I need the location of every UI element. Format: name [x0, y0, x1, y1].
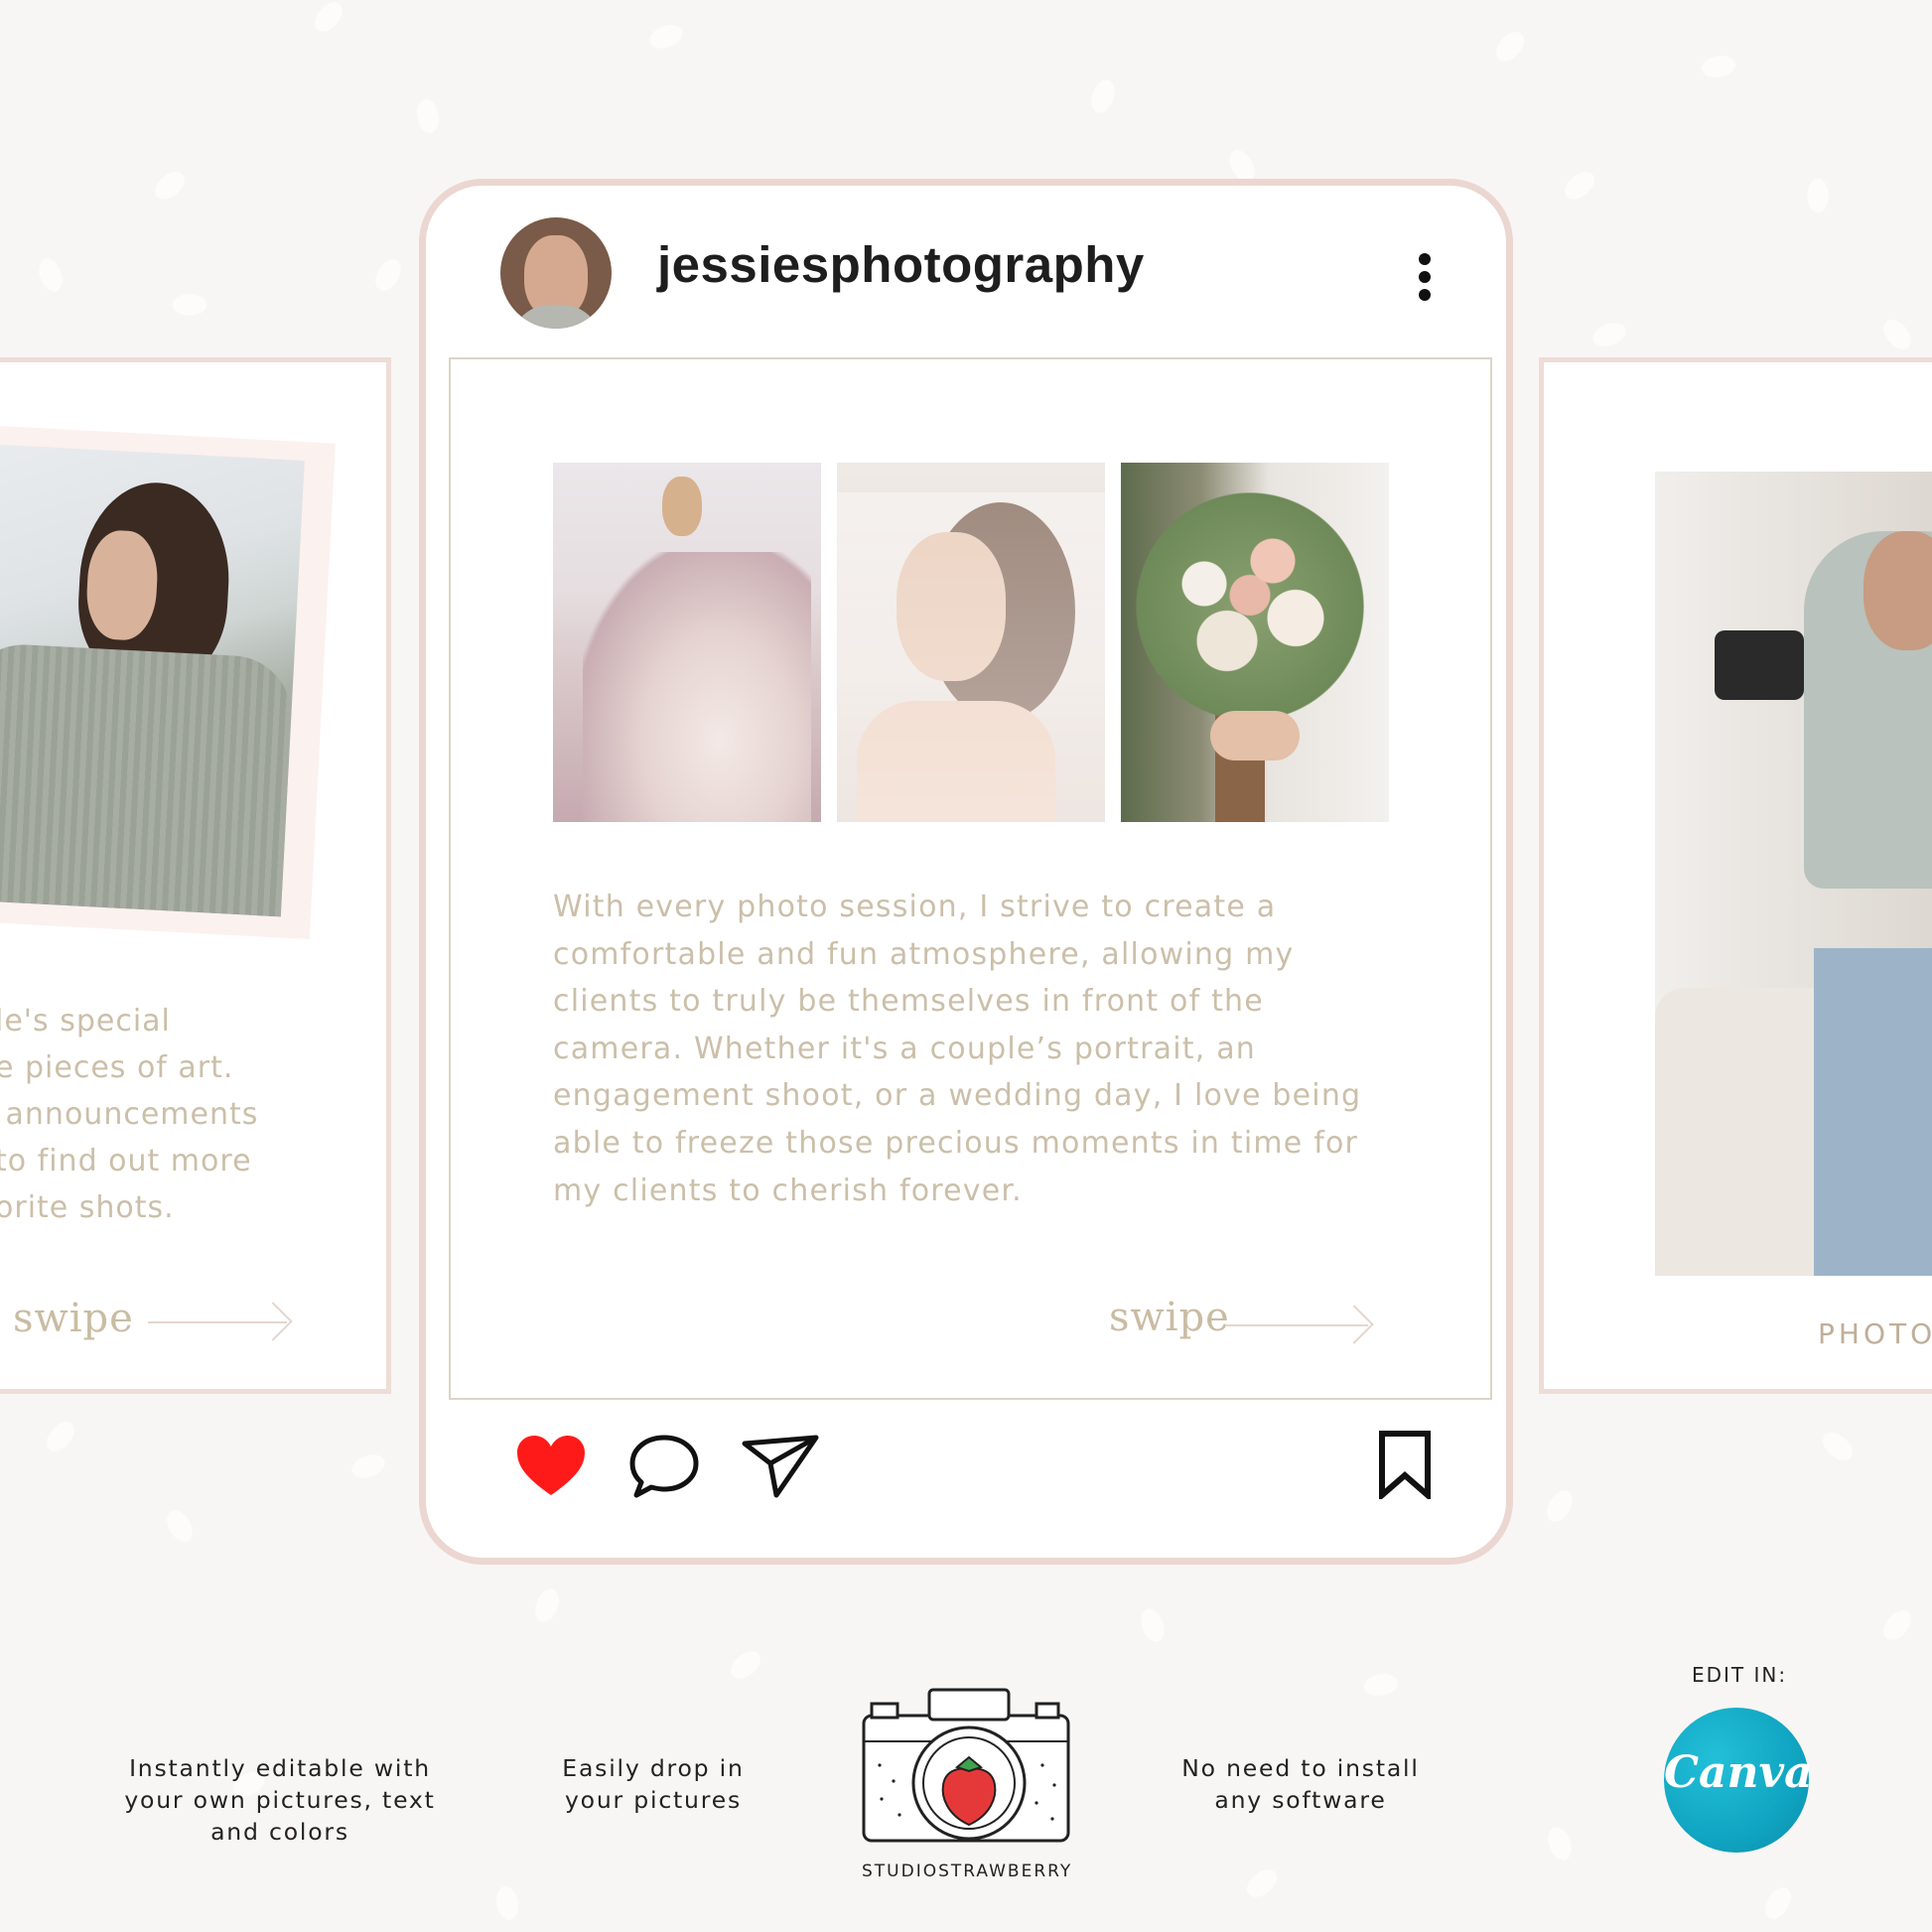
- username[interactable]: jessiesphotography: [657, 235, 1145, 294]
- bride-dress-photo: [553, 463, 821, 822]
- side-text-line: le's special: [0, 1004, 171, 1038]
- heart-icon[interactable]: [515, 1434, 587, 1497]
- instagram-post-card: jessiesphotography With every photo sess…: [419, 179, 1513, 1565]
- previous-slide-card[interactable]: le's special e pieces of art. announceme…: [0, 357, 391, 1394]
- woman-with-camera-photo: [1655, 472, 1932, 1276]
- comment-icon[interactable]: [628, 1434, 700, 1499]
- photo-label: PHOTO: [1818, 1317, 1932, 1350]
- post-caption: With every photo session, I strive to cr…: [553, 890, 1362, 1208]
- camera-strawberry-logo: [862, 1688, 1070, 1843]
- side-text-line: orite shots.: [0, 1190, 175, 1225]
- more-vertical-icon[interactable]: [1419, 253, 1431, 303]
- feature-editable: Instantly editable with your own picture…: [124, 1754, 436, 1846]
- next-slide-card[interactable]: PHOTO: [1539, 357, 1932, 1394]
- post-actions: [426, 1400, 1506, 1549]
- side-text-line: to find out more: [0, 1144, 252, 1178]
- bouquet-photo: [1121, 463, 1389, 822]
- swipe-label: swipe: [13, 1296, 134, 1341]
- feature-drop-in: Easily drop in your pictures: [562, 1754, 745, 1814]
- side-text-line: announcements: [0, 1097, 259, 1132]
- brand-name: STUDIOSTRAWBERRY: [862, 1862, 1073, 1881]
- canva-logo-text: Canva: [1664, 1747, 1813, 1798]
- feature-no-install: No need to install any software: [1181, 1754, 1420, 1814]
- bride-veil-photo: [837, 463, 1105, 822]
- canva-logo[interactable]: Canva: [1664, 1708, 1813, 1853]
- avatar[interactable]: [500, 217, 612, 329]
- edit-in-label: EDIT IN:: [1692, 1663, 1788, 1687]
- arrow-right-icon: [148, 1321, 287, 1323]
- swipe-label: swipe: [1109, 1295, 1230, 1340]
- side-text-line: e pieces of art.: [0, 1050, 234, 1085]
- arrow-right-icon[interactable]: [1225, 1324, 1368, 1326]
- side-text-block: le's special e pieces of art. announceme…: [0, 998, 258, 1231]
- woman-photo-left: [0, 443, 305, 917]
- post-content: With every photo session, I strive to cr…: [449, 357, 1492, 1400]
- send-icon[interactable]: [741, 1434, 820, 1499]
- bookmark-icon[interactable]: [1377, 1430, 1433, 1499]
